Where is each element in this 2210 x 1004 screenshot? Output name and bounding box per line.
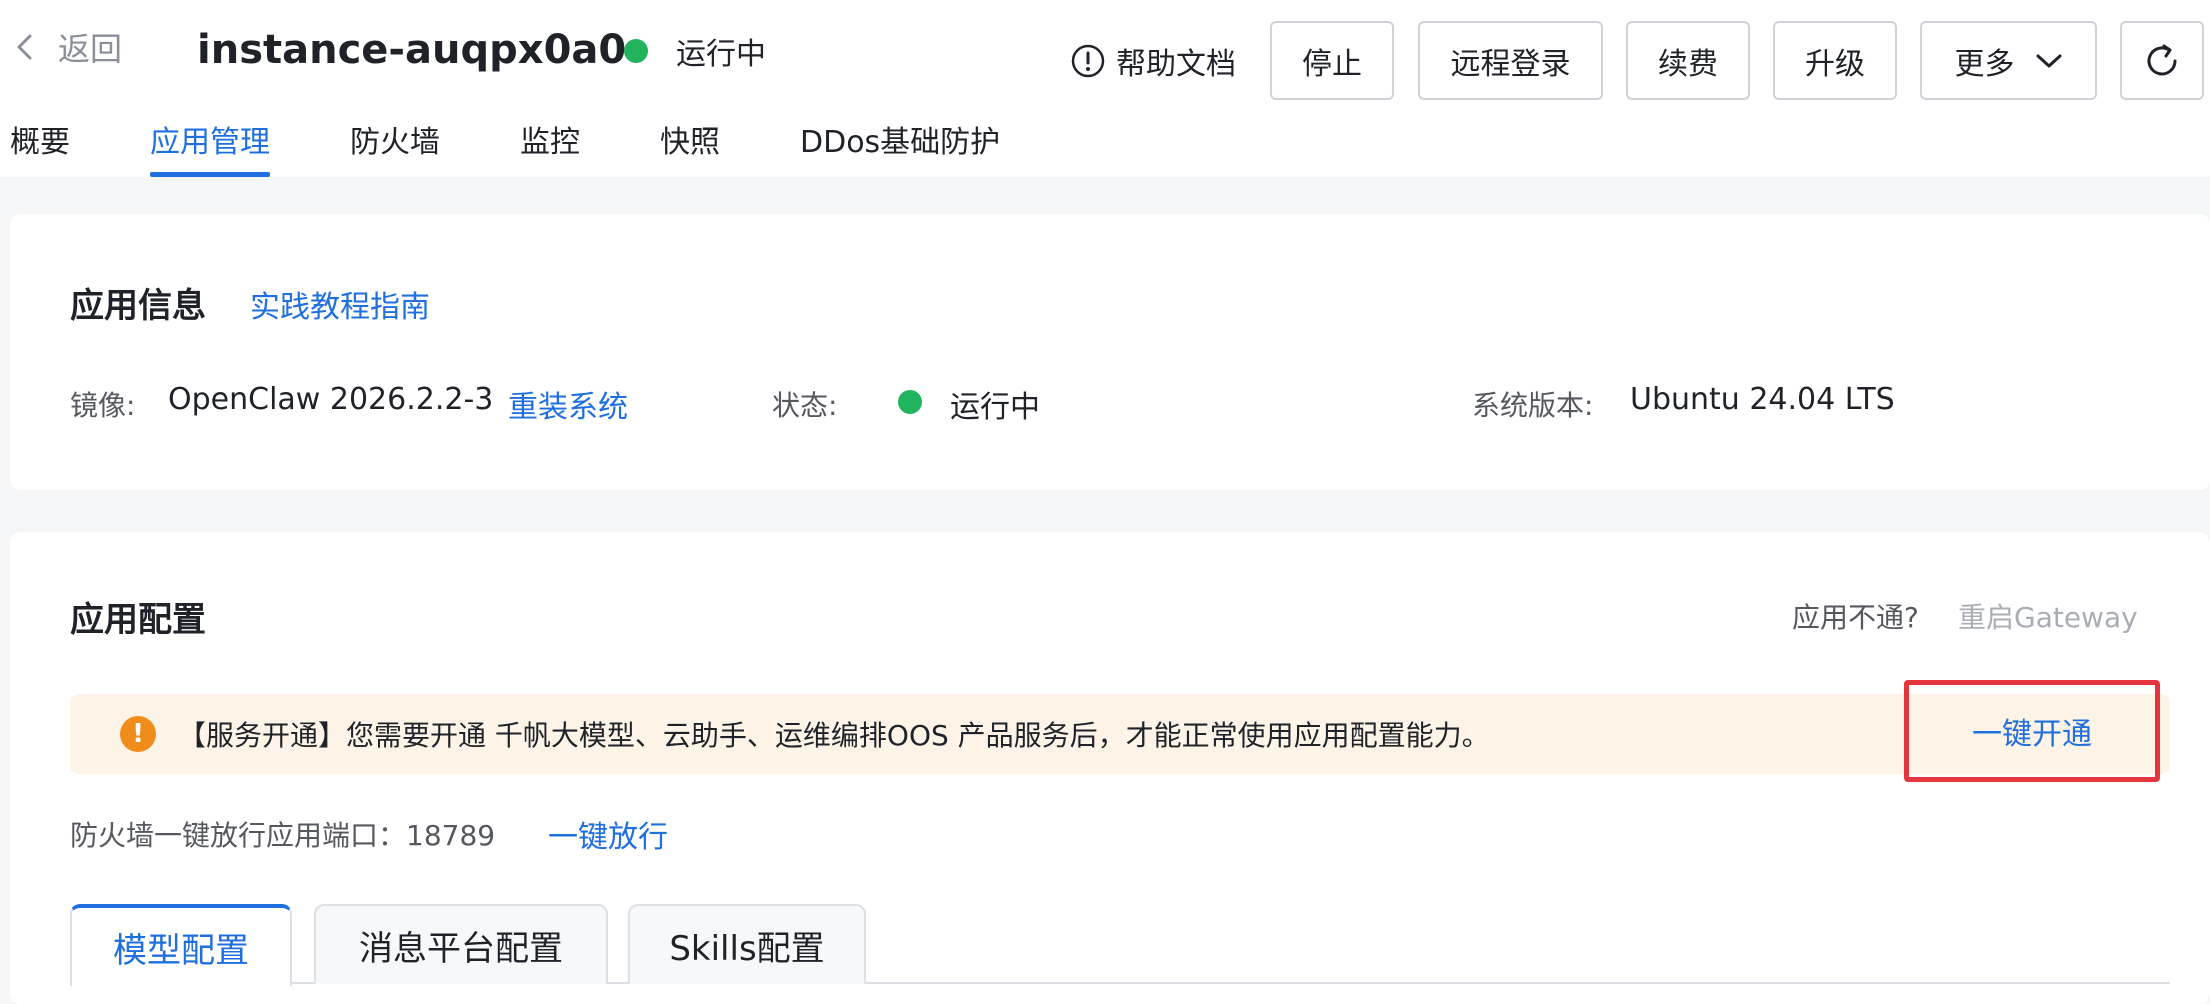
running-status-dot — [898, 390, 922, 414]
image-value: OpenClaw 2026.2.2-3 — [168, 382, 494, 417]
os-version-value: Ubuntu 24.04 LTS — [1630, 382, 1895, 417]
tab-firewall[interactable]: 防火墙 — [350, 100, 440, 177]
status-text: 运行中 — [676, 37, 766, 72]
more-label: 更多 — [1954, 46, 2015, 82]
subtab-model-config[interactable]: 模型配置 — [70, 904, 292, 986]
renew-button[interactable]: 续费 — [1626, 21, 1750, 100]
restart-gateway-button[interactable]: 重启Gateway — [1958, 596, 2138, 636]
tutorial-guide-link[interactable]: 实践教程指南 — [250, 282, 430, 326]
status-label: 状态: — [772, 389, 838, 422]
app-config-card: 应用配置 应用不通? 重启Gateway ! 【服务开通】您需要开通 千帆大模型… — [10, 532, 2210, 1004]
subtab-skills-config[interactable]: Skills配置 — [628, 904, 866, 984]
header: 返回 instance-auqpx0a0 运行中 帮助文档 停止 远程登录 续费… — [0, 0, 2210, 177]
upgrade-button[interactable]: 升级 — [1773, 21, 1897, 100]
app-info-title: 应用信息 — [70, 286, 206, 326]
instance-detail-page: 返回 instance-auqpx0a0 运行中 帮助文档 停止 远程登录 续费… — [0, 0, 2210, 1004]
help-docs-link[interactable]: 帮助文档 — [1070, 32, 1236, 90]
one-click-activate-button[interactable]: 一键开通 — [1904, 680, 2160, 782]
tab-ddos-protection[interactable]: DDos基础防护 — [800, 100, 1000, 177]
back-label: 返回 — [58, 30, 123, 68]
app-config-title: 应用配置 — [70, 600, 206, 640]
main-tabs: 概要 应用管理 防火墙 监控 快照 DDos基础防护 — [0, 100, 1100, 177]
service-activation-banner: ! 【服务开通】您需要开通 千帆大模型、云助手、运维编排OOS 产品服务后，才能… — [70, 694, 2170, 774]
help-docs-label: 帮助文档 — [1116, 47, 1236, 82]
refresh-icon — [2147, 44, 2177, 75]
back-button[interactable]: 返回 — [14, 22, 122, 72]
warning-icon: ! — [120, 716, 156, 752]
status-dot-wrap — [898, 386, 922, 418]
banner-text: 【服务开通】您需要开通 千帆大模型、云助手、运维编排OOS 产品服务后，才能正常… — [178, 719, 1490, 752]
stop-button[interactable]: 停止 — [1270, 21, 1394, 100]
firewall-port-text: 防火墙一键放行应用端口：18789 — [70, 819, 496, 852]
app-unreachable-label: 应用不通? — [1792, 601, 1919, 634]
image-label: 镜像: — [70, 389, 136, 422]
status-value: 运行中 — [950, 390, 1040, 425]
remote-login-button[interactable]: 远程登录 — [1418, 21, 1603, 100]
one-click-allow-link[interactable]: 一键放行 — [548, 812, 668, 856]
status-indicator: 运行中 — [624, 24, 766, 78]
more-dropdown-button[interactable]: 更多 — [1920, 21, 2097, 100]
tab-monitor[interactable]: 监控 — [520, 100, 580, 177]
app-info-card: 应用信息 实践教程指南 镜像: OpenClaw 2026.2.2-3 重装系统… — [10, 214, 2210, 490]
subtab-message-platform-config[interactable]: 消息平台配置 — [314, 904, 608, 984]
refresh-button[interactable] — [2120, 21, 2204, 100]
info-circle-icon — [1071, 44, 1105, 78]
instance-name: instance-auqpx0a0 — [197, 27, 627, 73]
tab-snapshot[interactable]: 快照 — [660, 100, 720, 177]
chevron-left-icon — [17, 34, 32, 60]
reinstall-system-link[interactable]: 重装系统 — [508, 382, 628, 426]
chevron-down-icon — [2036, 54, 2061, 67]
os-version-label: 系统版本: — [1472, 389, 1594, 422]
tab-app-management[interactable]: 应用管理 — [150, 100, 270, 177]
tab-overview[interactable]: 概要 — [10, 100, 70, 177]
running-status-dot — [624, 39, 648, 63]
